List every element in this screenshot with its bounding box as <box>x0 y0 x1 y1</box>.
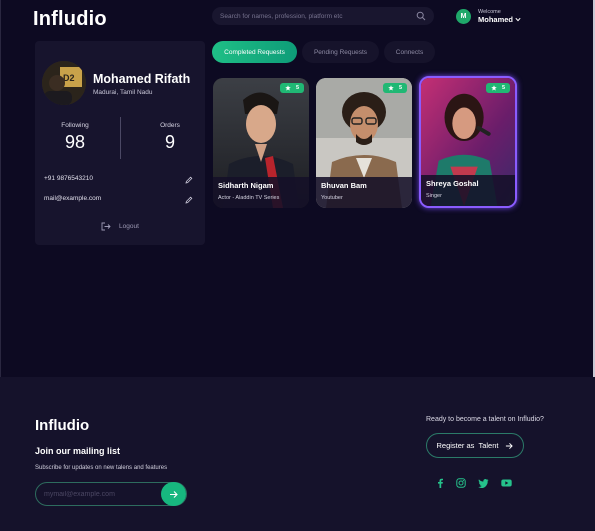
edit-phone-icon[interactable] <box>185 176 193 184</box>
mailing-list-subtitle: Subscribe for updates on new talens and … <box>35 465 168 471</box>
edit-email-icon[interactable] <box>185 196 193 204</box>
newsletter-submit-button[interactable] <box>161 482 186 506</box>
newsletter-form <box>35 482 187 506</box>
instagram-icon[interactable] <box>455 477 467 489</box>
search-icon[interactable] <box>416 11 426 21</box>
talent-card-selected[interactable]: 5 Shreya Goshal Singer <box>419 76 517 208</box>
orders-label: Orders <box>160 122 180 129</box>
rating-badge: 5 <box>485 83 510 93</box>
arrow-right-icon <box>506 442 514 449</box>
talent-role: Youtuber <box>321 195 343 201</box>
logout-icon <box>101 222 111 231</box>
talent-role: Singer <box>426 193 442 199</box>
talent-name: Bhuvan Bam <box>321 181 367 190</box>
rating-value: 5 <box>398 85 402 91</box>
app-logo[interactable]: Infludio <box>33 8 107 31</box>
user-name[interactable]: Mohamed <box>478 15 521 24</box>
avatar[interactable]: M <box>456 9 471 24</box>
search-input[interactable] <box>220 12 416 20</box>
footer: Infludio Join our mailing list Subscribe… <box>0 377 595 531</box>
search-bar[interactable] <box>212 7 434 25</box>
following-label: Following <box>61 122 89 129</box>
talent-role: Actor - Aladdin TV Series <box>218 195 280 201</box>
phone-number: +91 9876543210 <box>44 175 93 182</box>
register-talent-button[interactable]: Register as Talent <box>426 433 524 458</box>
star-icon <box>491 85 497 91</box>
tab-connects[interactable]: Connects <box>384 41 435 63</box>
youtube-icon[interactable] <box>500 477 512 489</box>
talent-card[interactable]: 5 Bhuvan Bam Youtuber <box>316 78 412 208</box>
rating-value: 5 <box>295 85 299 91</box>
twitter-icon[interactable] <box>477 477 489 489</box>
tab-completed-requests[interactable]: Completed Requests <box>212 41 297 63</box>
chevron-down-icon[interactable] <box>515 17 521 22</box>
rating-badge: 5 <box>279 83 304 93</box>
talent-info: Shreya Goshal Singer <box>421 175 515 206</box>
facebook-icon[interactable] <box>434 477 446 489</box>
user-name-label: Mohamed <box>478 15 514 24</box>
following-count[interactable]: 98 <box>45 132 105 153</box>
logout-button[interactable]: Logout <box>101 222 139 231</box>
star-icon <box>388 85 394 91</box>
talent-info: Sidharth Nigam Actor - Aladdin TV Series <box>213 177 309 208</box>
rating-value: 5 <box>501 85 505 91</box>
footer-logo[interactable]: Infludio <box>35 417 89 434</box>
profile-location: Madurai, Tamil Nadu <box>93 89 153 96</box>
mailing-list-title: Join our mailing list <box>35 446 121 456</box>
talent-info: Bhuvan Bam Youtuber <box>316 177 412 208</box>
profile-picture: D2 <box>42 61 86 105</box>
stats-divider <box>120 117 121 159</box>
star-icon <box>285 85 291 91</box>
tab-pending-requests[interactable]: Pending Requests <box>302 41 379 63</box>
logout-label: Logout <box>119 223 139 230</box>
talent-cta-text: Ready to become a talent on Infludio? <box>426 416 544 423</box>
rating-badge: 5 <box>382 83 407 93</box>
arrow-right-icon <box>170 490 178 498</box>
talent-name: Sidharth Nigam <box>218 181 274 190</box>
talent-card[interactable]: 5 Sidharth Nigam Actor - Aladdin TV Seri… <box>213 78 309 208</box>
register-label: Register as Talent <box>436 441 499 450</box>
user-menu[interactable]: M Welcome Mohamed <box>456 9 521 24</box>
orders-count[interactable]: 9 <box>140 132 200 153</box>
profile-name: Mohamed Rifath <box>93 72 191 86</box>
email-address: mail@example.com <box>44 195 102 202</box>
talent-name: Shreya Goshal <box>426 179 479 188</box>
profile-card: D2 Mohamed Rifath Madurai, Tamil Nadu Fo… <box>35 41 205 245</box>
